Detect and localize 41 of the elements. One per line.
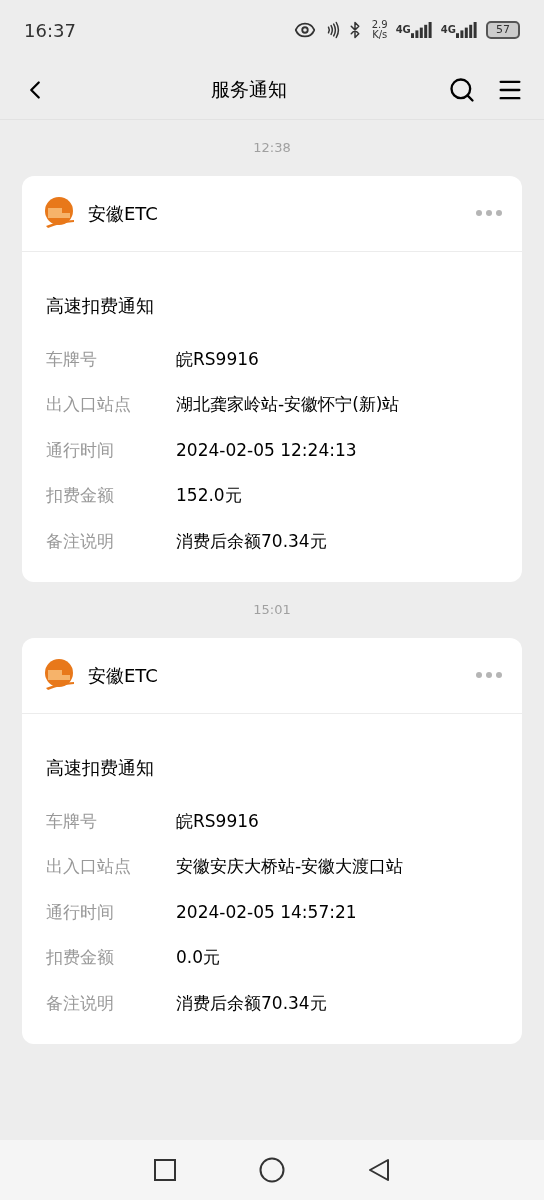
notification-title: 高速扣费通知 — [46, 293, 155, 318]
field-value: 0.0元 — [176, 946, 221, 969]
field-value: 2024-02-05 14:57:21 — [176, 900, 357, 924]
field-label: 车牌号 — [46, 347, 98, 371]
field-value: 皖RS9916 — [176, 347, 259, 371]
speed-unit: K/s — [372, 30, 388, 40]
sender-name: 安徽ETC — [88, 201, 158, 226]
field-value: 152.0元 — [176, 484, 242, 507]
field-label: 通行时间 — [46, 900, 115, 924]
field-label: 车牌号 — [46, 809, 98, 833]
field-value: 消费后余额70.34元 — [176, 991, 327, 1015]
message-time: 15:01 — [253, 601, 291, 619]
field-value: 皖RS9916 — [176, 809, 259, 833]
network-type: 4G — [395, 23, 411, 37]
field-label: 备注说明 — [46, 991, 115, 1015]
field-value: 安徽安庆大桥站-安徽大渡口站 — [176, 855, 404, 878]
battery-level: 57 — [496, 21, 510, 38]
field-value: 消费后余额70.34元 — [176, 529, 327, 553]
field-label: 备注说明 — [46, 529, 115, 553]
search-icon[interactable] — [448, 75, 476, 104]
signal-icon — [456, 22, 478, 38]
field-label: 扣费金额 — [46, 484, 115, 507]
network-speed: 2.9 — [371, 20, 388, 30]
sender-name: 安徽ETC — [88, 663, 158, 688]
page-title: 服务通知 — [211, 77, 287, 103]
status-time: 16:37 — [24, 18, 76, 43]
notification-title: 高速扣费通知 — [46, 755, 155, 780]
field-label: 出入口站点 — [46, 393, 132, 416]
logo-icon — [42, 658, 76, 692]
field-value: 湖北龚家岭站-安徽怀宁(新)站 — [176, 393, 400, 416]
field-label: 通行时间 — [46, 438, 115, 462]
back-nav-icon[interactable] — [368, 1158, 391, 1182]
recents-icon[interactable] — [153, 1159, 176, 1181]
network-type: 4G — [440, 23, 456, 37]
logo-icon — [42, 196, 76, 230]
field-value: 2024-02-05 12:24:13 — [176, 438, 357, 462]
home-icon[interactable] — [259, 1157, 285, 1183]
message-time: 12:38 — [253, 139, 291, 157]
field-label: 扣费金额 — [46, 946, 115, 969]
field-label: 出入口站点 — [46, 855, 132, 878]
signal-icon — [410, 22, 433, 38]
